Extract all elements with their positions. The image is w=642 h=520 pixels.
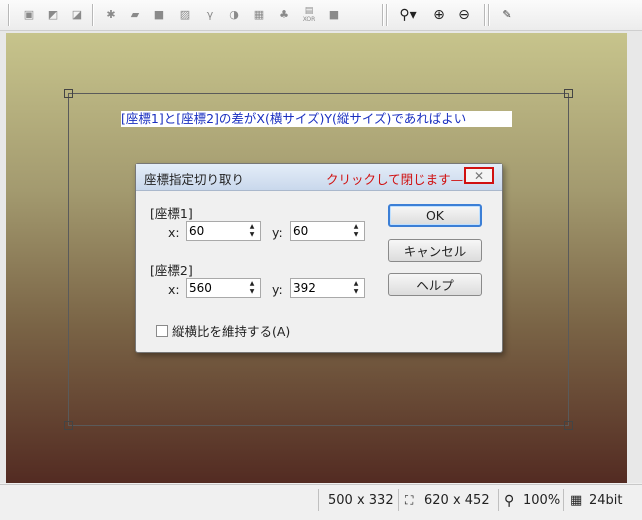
close-hint-annotation: クリックして閉じます—→ — [326, 172, 474, 187]
selection-size: 500 x 332 — [328, 493, 394, 508]
fill-icon[interactable]: ■ — [327, 8, 341, 21]
zoom-out-icon[interactable]: ⊖ — [457, 7, 471, 23]
decrement-arrow-icon[interactable]: ▼ — [349, 288, 363, 296]
ok-button[interactable]: OK — [388, 204, 482, 227]
checker-icon[interactable]: ▦ — [252, 8, 266, 21]
checkbox-box[interactable] — [156, 324, 168, 337]
status-separator — [498, 489, 499, 511]
coord2-x-label: x: — [168, 282, 180, 297]
image-size-icon: ⛶ — [405, 493, 414, 507]
selection-handle[interactable] — [64, 421, 73, 430]
coord2-group-label: [座標2] — [150, 263, 193, 278]
xor-icon[interactable]: ▤ XOR — [302, 6, 316, 23]
close-icon: ✕ — [473, 168, 485, 183]
help-button-label: ヘルプ — [416, 278, 454, 293]
contrast-icon[interactable]: ◑ — [227, 8, 241, 21]
selection-handle[interactable] — [564, 421, 573, 430]
cancel-button-label: キャンセル — [403, 244, 467, 259]
help-button[interactable]: ヘルプ — [388, 273, 482, 296]
folder-icon[interactable]: ▰ — [128, 8, 142, 21]
zoom-in-icon[interactable]: ⊕ — [432, 7, 446, 23]
toolbar-separator — [8, 4, 9, 26]
brush-icon[interactable]: ◪ — [70, 8, 84, 21]
gamma-icon[interactable]: γ — [203, 8, 217, 21]
square-icon[interactable]: ■ — [152, 8, 166, 21]
coord1-x-label: x: — [168, 225, 180, 240]
status-separator — [398, 489, 399, 511]
search-dropdown-icon[interactable]: ⚲▾ — [396, 7, 420, 23]
toolbar-separator — [382, 4, 383, 26]
coord2-y-stepper[interactable]: ▲ ▼ — [290, 278, 365, 298]
spin-buttons: ▲ ▼ — [245, 280, 259, 296]
toolbar-separator — [92, 4, 93, 26]
decrement-arrow-icon[interactable]: ▼ — [245, 288, 259, 296]
image-icon[interactable]: ▣ — [22, 8, 36, 21]
coord1-x-input[interactable] — [189, 223, 241, 239]
spin-buttons: ▲ ▼ — [349, 280, 363, 296]
cancel-button[interactable]: キャンセル — [388, 239, 482, 262]
coord2-x-stepper[interactable]: ▲ ▼ — [186, 278, 261, 298]
xor-label: XOR — [302, 16, 316, 23]
ok-button-label: OK — [425, 208, 445, 223]
gamma-glyph: γ — [206, 8, 214, 21]
toolbar-separator — [484, 4, 485, 26]
spin-buttons: ▲ ▼ — [245, 223, 259, 239]
crop-by-coordinates-dialog: 座標指定切り取り クリックして閉じます—→ ✕ [座標1] x: ▲ ▼ y: … — [135, 163, 503, 353]
keep-aspect-ratio-label: 縦横比を維持する(A) — [172, 324, 291, 339]
coord1-y-stepper[interactable]: ▲ ▼ — [290, 221, 365, 241]
coord1-x-stepper[interactable]: ▲ ▼ — [186, 221, 261, 241]
texture-icon[interactable]: ▨ — [178, 8, 192, 21]
close-button[interactable]: ✕ — [464, 167, 494, 184]
increment-arrow-icon[interactable]: ▲ — [349, 223, 363, 231]
image-size: 620 x 452 — [424, 493, 490, 508]
toolbar-separator — [488, 4, 489, 26]
eyedropper-icon[interactable]: ✎ — [500, 8, 514, 21]
keep-aspect-ratio-checkbox[interactable]: 縦横比を維持する(A) — [156, 321, 290, 340]
spin-buttons: ▲ ▼ — [349, 223, 363, 239]
bit-depth: 24bit — [589, 493, 623, 508]
coord1-y-label: y: — [272, 225, 283, 240]
status-bar: 500 x 332 ⛶ 620 x 452 ⚲ 100% ▦ 24bit — [0, 484, 642, 520]
zoom-icon: ⚲ — [504, 493, 515, 509]
status-separator — [318, 489, 319, 511]
selection-handle[interactable] — [564, 89, 573, 98]
coord1-group-label: [座標1] — [150, 206, 193, 221]
dialog-titlebar[interactable]: 座標指定切り取り クリックして閉じます—→ ✕ — [136, 164, 502, 191]
filter-icon[interactable]: ✱ — [104, 8, 118, 21]
increment-arrow-icon[interactable]: ▲ — [349, 280, 363, 288]
increment-arrow-icon[interactable]: ▲ — [245, 223, 259, 231]
channels-icon[interactable]: ♣ — [277, 8, 291, 21]
bit-depth-icon: ▦ — [570, 493, 583, 508]
annotation-banner: [座標1]と[座標2]の差がX(横サイズ)Y(縦サイズ)であればよい — [121, 111, 512, 127]
zoom-level: 100% — [523, 493, 561, 508]
image-icon[interactable]: ◩ — [46, 8, 60, 21]
coord2-y-label: y: — [272, 282, 283, 297]
selection-handle[interactable] — [64, 89, 73, 98]
status-separator — [563, 489, 564, 511]
decrement-arrow-icon[interactable]: ▼ — [245, 231, 259, 239]
coord2-x-input[interactable] — [189, 280, 241, 296]
dialog-title: 座標指定切り取り — [144, 172, 245, 187]
coord2-y-input[interactable] — [293, 280, 345, 296]
increment-arrow-icon[interactable]: ▲ — [245, 280, 259, 288]
toolbar: ▣ ◩ ◪ ✱ ▰ ■ ▨ γ ◑ ▦ ♣ ▤ XOR ■ ⚲▾ ⊕ ⊖ ✎ — [0, 0, 642, 31]
decrement-arrow-icon[interactable]: ▼ — [349, 231, 363, 239]
toolbar-separator — [386, 4, 387, 26]
coord1-y-input[interactable] — [293, 223, 345, 239]
